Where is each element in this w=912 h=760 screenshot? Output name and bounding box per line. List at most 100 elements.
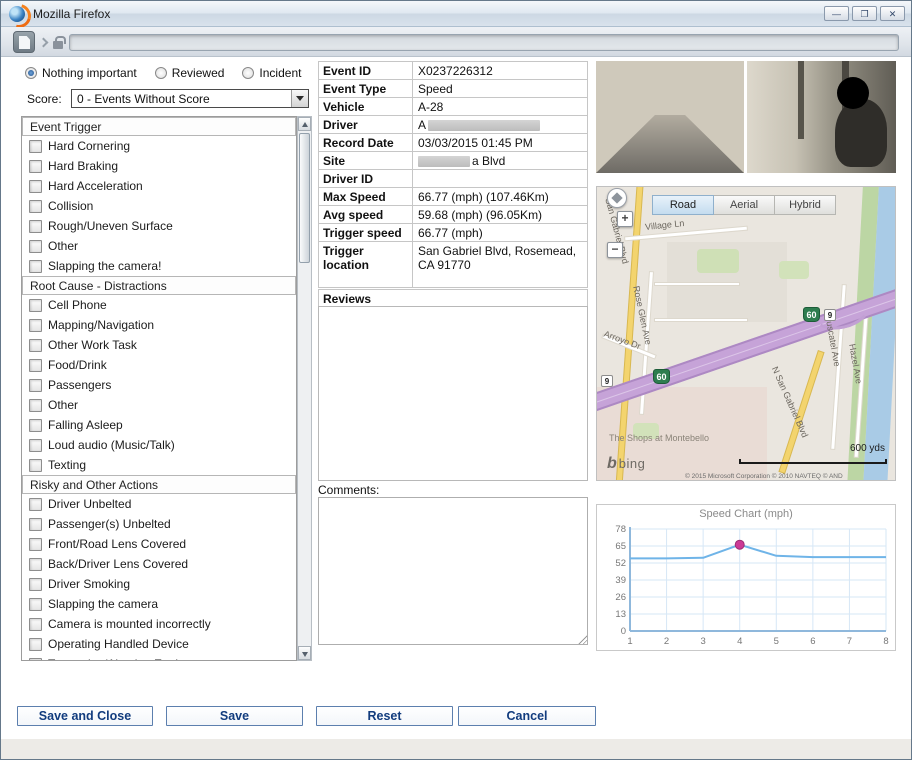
checkbox-icon[interactable] xyxy=(29,359,42,372)
checklist-item[interactable]: Slapping the camera xyxy=(22,594,296,614)
checkbox-icon[interactable] xyxy=(29,240,42,253)
checklist-item[interactable]: Collision xyxy=(22,196,296,216)
radio-reviewed[interactable]: Reviewed xyxy=(155,66,225,80)
driver-camera-image[interactable] xyxy=(747,61,896,173)
maximize-button[interactable]: ❐ xyxy=(852,6,877,21)
checklist-item[interactable]: Slapping the camera! xyxy=(22,256,296,276)
checkbox-icon[interactable] xyxy=(29,180,42,193)
checklist-item[interactable]: Driver Smoking xyxy=(22,574,296,594)
checkbox-icon[interactable] xyxy=(29,538,42,551)
dropdown-arrow-icon[interactable] xyxy=(291,90,308,107)
speed-chart-plot: 013263952657812345678 xyxy=(598,521,894,649)
checklist-item[interactable]: Hard Cornering xyxy=(22,136,296,156)
checklist-item[interactable]: Mapping/Navigation xyxy=(22,315,296,335)
checkbox-icon[interactable] xyxy=(29,459,42,472)
page-button[interactable] xyxy=(13,31,35,53)
radio-icon[interactable] xyxy=(155,67,167,79)
checkbox-icon[interactable] xyxy=(29,658,42,662)
svg-text:65: 65 xyxy=(615,541,626,552)
checklist-item[interactable]: Driver Unbelted xyxy=(22,494,296,514)
radio-icon[interactable] xyxy=(242,67,254,79)
checklist-item[interactable]: Tampering/Abusing Equipment xyxy=(22,654,296,661)
checklist-scrollbar[interactable] xyxy=(297,116,312,661)
comments-input[interactable] xyxy=(318,497,588,645)
save-and-close-button[interactable]: Save and Close xyxy=(17,706,153,726)
checkbox-icon[interactable] xyxy=(29,558,42,571)
checkbox-icon[interactable] xyxy=(29,200,42,213)
checkbox-icon[interactable] xyxy=(29,638,42,651)
zoom-in-button[interactable]: + xyxy=(617,211,633,227)
checkbox-icon[interactable] xyxy=(29,598,42,611)
bing-map[interactable]: Village Ln San Gabriel Blvd Rose Glen Av… xyxy=(596,186,896,481)
minimize-button[interactable]: — xyxy=(824,6,849,21)
checkbox-icon[interactable] xyxy=(29,578,42,591)
checkbox-icon[interactable] xyxy=(29,399,42,412)
checklist-item[interactable]: Front/Road Lens Covered xyxy=(22,534,296,554)
checklist-item-label: Texting xyxy=(48,458,86,472)
checkbox-icon[interactable] xyxy=(29,618,42,631)
checkbox-icon[interactable] xyxy=(29,299,42,312)
map-view-aerial[interactable]: Aerial xyxy=(713,195,775,215)
field-label: Vehicle xyxy=(319,98,413,116)
road-camera-image[interactable] xyxy=(596,61,744,173)
radio-incident[interactable]: Incident xyxy=(242,66,301,80)
checklist-item[interactable]: Back/Driver Lens Covered xyxy=(22,554,296,574)
checkbox-icon[interactable] xyxy=(29,260,42,273)
svg-text:7: 7 xyxy=(847,636,852,647)
checkbox-icon[interactable] xyxy=(29,419,42,432)
map-view-tabs: Road Aerial Hybrid xyxy=(653,195,836,215)
radio-icon[interactable] xyxy=(25,67,37,79)
checkbox-icon[interactable] xyxy=(29,140,42,153)
checklist-item[interactable]: Falling Asleep xyxy=(22,415,296,435)
checklist-item[interactable]: Loud audio (Music/Talk) xyxy=(22,435,296,455)
save-button[interactable]: Save xyxy=(166,706,303,726)
scroll-up-icon[interactable] xyxy=(298,117,311,131)
checkbox-icon[interactable] xyxy=(29,160,42,173)
route-shield-60: 60 xyxy=(803,307,820,322)
radio-nothing-important[interactable]: Nothing important xyxy=(25,66,137,80)
checkbox-icon[interactable] xyxy=(29,379,42,392)
map-road xyxy=(655,283,739,285)
checklist-item[interactable]: Passengers xyxy=(22,375,296,395)
checkbox-icon[interactable] xyxy=(29,220,42,233)
checklist-item[interactable]: Rough/Uneven Surface xyxy=(22,216,296,236)
cancel-button[interactable]: Cancel xyxy=(458,706,596,726)
address-bar[interactable] xyxy=(69,34,899,51)
map-view-road[interactable]: Road xyxy=(652,195,714,215)
comments-label: Comments: xyxy=(318,483,379,497)
checklist-item[interactable]: Cell Phone xyxy=(22,295,296,315)
driver-silhouette xyxy=(835,99,887,167)
map-compass-icon[interactable] xyxy=(607,188,627,208)
map-scale-label: 600 yds xyxy=(850,443,885,454)
checkbox-icon[interactable] xyxy=(29,518,42,531)
scrollbar-thumb[interactable] xyxy=(299,133,310,263)
checklist-item[interactable]: Other xyxy=(22,395,296,415)
field-value: 66.77 (mph) (107.46Km) xyxy=(413,188,588,206)
checklist-item-label: Tampering/Abusing Equipment xyxy=(48,657,211,661)
checkbox-icon[interactable] xyxy=(29,339,42,352)
radio-label: Reviewed xyxy=(172,66,225,80)
close-button[interactable]: ✕ xyxy=(880,6,905,21)
field-label: Max Speed xyxy=(319,188,413,206)
checklist-item[interactable]: Hard Braking xyxy=(22,156,296,176)
checklist-item[interactable]: Passenger(s) Unbelted xyxy=(22,514,296,534)
zoom-out-button[interactable]: − xyxy=(607,242,623,258)
checklist-item[interactable]: Hard Acceleration xyxy=(22,176,296,196)
checkbox-icon[interactable] xyxy=(29,319,42,332)
checklist-item[interactable]: Other Work Task xyxy=(22,335,296,355)
score-select[interactable]: 0 - Events Without Score xyxy=(71,89,309,108)
map-view-hybrid[interactable]: Hybrid xyxy=(774,195,836,215)
checklist-item[interactable]: Camera is mounted incorrectly xyxy=(22,614,296,634)
map-park xyxy=(697,249,739,273)
table-row: Driver A xyxy=(319,116,588,134)
checklist-item[interactable]: Other xyxy=(22,236,296,256)
checklist-item-label: Loud audio (Music/Talk) xyxy=(48,438,175,452)
checkbox-icon[interactable] xyxy=(29,439,42,452)
checkbox-icon[interactable] xyxy=(29,498,42,511)
scroll-down-icon[interactable] xyxy=(298,646,311,660)
checklist-item[interactable]: Food/Drink xyxy=(22,355,296,375)
reset-button[interactable]: Reset xyxy=(316,706,453,726)
checklist-item[interactable]: Texting xyxy=(22,455,296,475)
reviews-list xyxy=(318,306,588,481)
checklist-item[interactable]: Operating Handled Device xyxy=(22,634,296,654)
